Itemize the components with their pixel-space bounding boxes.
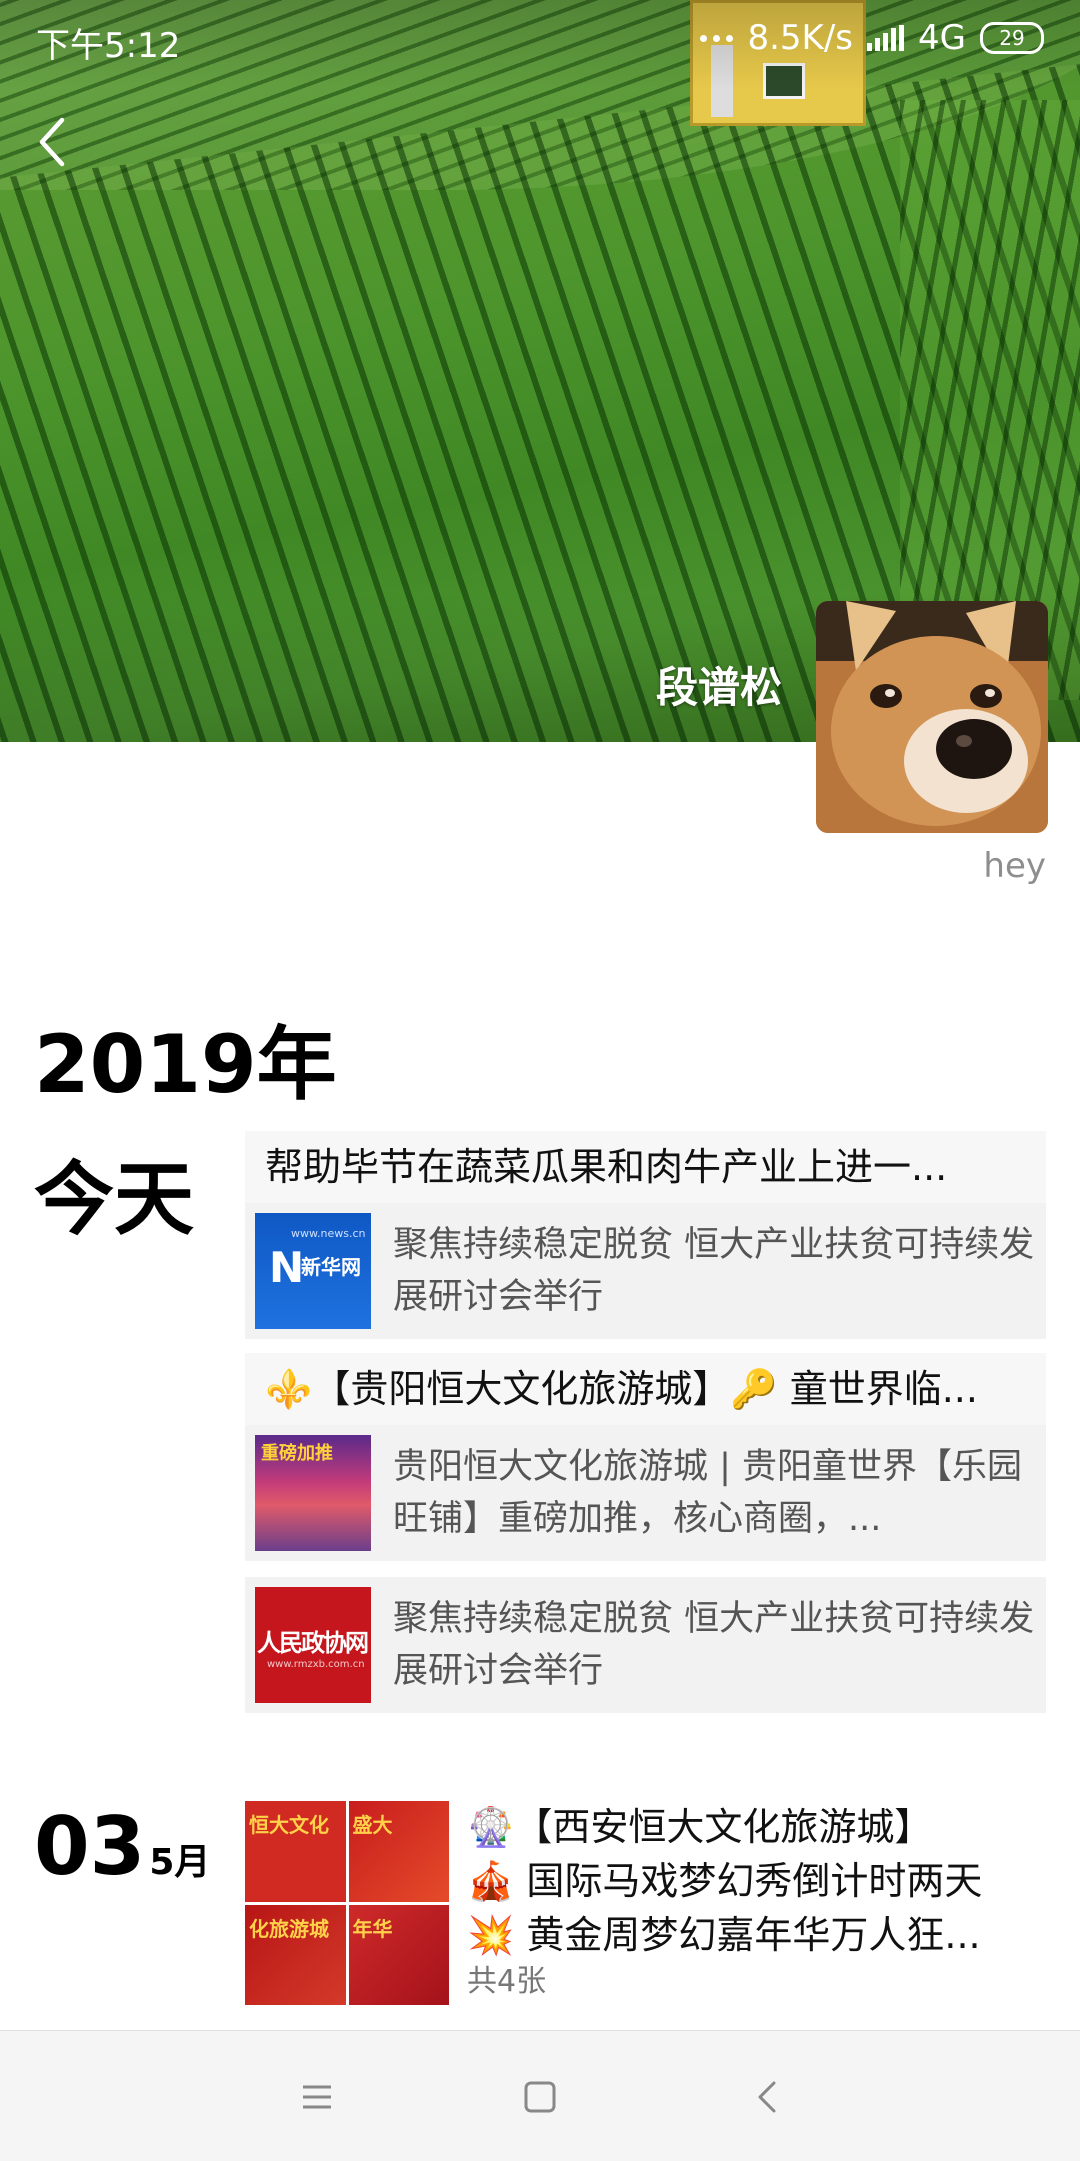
home-square-icon — [524, 2081, 556, 2113]
more-dots-icon — [700, 34, 734, 42]
hengda-promo-image: 重磅加推 — [255, 1435, 371, 1551]
logo-text: 新华网 — [301, 1255, 361, 1279]
logo-n: N — [269, 1243, 305, 1292]
back-button[interactable] — [34, 112, 74, 172]
nav-back-button[interactable] — [738, 2067, 798, 2127]
photo-caption: 盛大 — [352, 1813, 393, 1837]
photo-thumb[interactable]: 年华 — [348, 1904, 449, 2005]
photo-grid[interactable]: 恒大文化 盛大 化旅游城 年华 — [245, 1801, 449, 2005]
post-text[interactable]: 🎡【西安恒大文化旅游城】 🎪 国际马戏梦幻秀倒计时两天 💥 黄金周梦幻嘉年华万人… — [467, 1800, 1047, 2002]
dog-avatar-image — [816, 601, 1048, 833]
photo-thumb[interactable]: 恒大文化 — [245, 1801, 346, 1902]
battery-level: 29 — [999, 26, 1025, 50]
photo-caption: 年华 — [352, 1916, 393, 1941]
link-description: 聚焦持续稳定脱贫 恒大产业扶贫可持续发展研讨会举行 — [393, 1599, 1035, 1691]
status-right: 8.5K/s 4G 29 — [700, 18, 1044, 58]
status-time: 下午5:12 — [36, 26, 181, 66]
photo-caption: 化旅游城 — [249, 1916, 329, 1941]
post-text-line: 💥 黄金周梦幻嘉年华万人狂... — [467, 1913, 981, 1957]
post-date: 03 5月 — [34, 1800, 210, 1893]
post-day: 03 — [34, 1800, 146, 1893]
menu-button[interactable] — [287, 2067, 347, 2127]
rmzx-logo: 人民政协网 www.rmzxb.com.cn — [255, 1587, 371, 1703]
photo-thumb[interactable]: 盛大 — [348, 1801, 449, 1902]
post-card[interactable]: ⚜️【贵阳恒大文化旅游城】🔑 童世界临... 重磅加推 贵阳恒大文化旅游城 | … — [245, 1353, 1046, 1561]
profile-signature: hey — [983, 846, 1046, 886]
logo-text: 人民政协网 — [257, 1628, 369, 1657]
post-text-line: 🎡【西安恒大文化旅游城】 — [467, 1805, 933, 1849]
post-card[interactable]: 帮助毕节在蔬菜瓜果和肉牛产业上进一... www.news.cn N 新华网 聚… — [245, 1131, 1046, 1339]
photo-count: 共4张 — [467, 1964, 547, 1999]
link-description: 贵阳恒大文化旅游城 | 贵阳童世界【乐园旺铺】重磅加推，核心商圈，... — [393, 1447, 1023, 1539]
network-type: 4G — [918, 18, 966, 58]
year-label: 2019年 — [34, 1018, 337, 1111]
link-description: 聚焦持续稳定脱贫 恒大产业扶贫可持续发展研讨会举行 — [393, 1225, 1035, 1317]
shared-link[interactable]: 重磅加推 贵阳恒大文化旅游城 | 贵阳童世界【乐园旺铺】重磅加推，核心商圈，..… — [245, 1425, 1046, 1561]
post-card[interactable]: 人民政协网 www.rmzxb.com.cn 聚焦持续稳定脱贫 恒大产业扶贫可持… — [245, 1577, 1046, 1713]
menu-icon — [303, 2085, 331, 2109]
logo-url: www.rmzxb.com.cn — [267, 1659, 365, 1670]
post-text-line: 🎪 国际马戏梦幻秀倒计时两天 — [467, 1859, 983, 1903]
today-label: 今天 — [34, 1153, 194, 1246]
battery-icon: 29 — [980, 22, 1044, 54]
post-title: 帮助毕节在蔬菜瓜果和肉牛产业上进一... — [245, 1131, 1046, 1203]
post-month: 5月 — [149, 1842, 211, 1883]
home-button[interactable] — [510, 2067, 570, 2127]
post-title: ⚜️【贵阳恒大文化旅游城】🔑 童世界临... — [245, 1353, 1046, 1425]
photo-caption: 恒大文化 — [249, 1813, 329, 1837]
network-speed: 8.5K/s — [747, 18, 854, 58]
signal-icon — [867, 25, 905, 51]
xinhua-news-logo: www.news.cn N 新华网 — [255, 1213, 371, 1329]
back-arrow-icon — [39, 117, 65, 167]
shared-link[interactable]: 人民政协网 www.rmzxb.com.cn 聚焦持续稳定脱贫 恒大产业扶贫可持… — [245, 1577, 1046, 1713]
system-nav-bar — [0, 2030, 1080, 2161]
nav-back-icon — [758, 2081, 776, 2113]
photo-thumb[interactable]: 化旅游城 — [245, 1904, 346, 2005]
logo-url: www.news.cn — [291, 1227, 366, 1240]
status-bar: 下午5:12 8.5K/s 4G 29 — [0, 0, 1080, 80]
promo-text: 重磅加推 — [261, 1443, 333, 1464]
shared-link[interactable]: www.news.cn N 新华网 聚焦持续稳定脱贫 恒大产业扶贫可持续发展研讨… — [245, 1203, 1046, 1339]
profile-name[interactable]: 段谱松 — [656, 654, 782, 715]
avatar[interactable] — [816, 601, 1048, 833]
